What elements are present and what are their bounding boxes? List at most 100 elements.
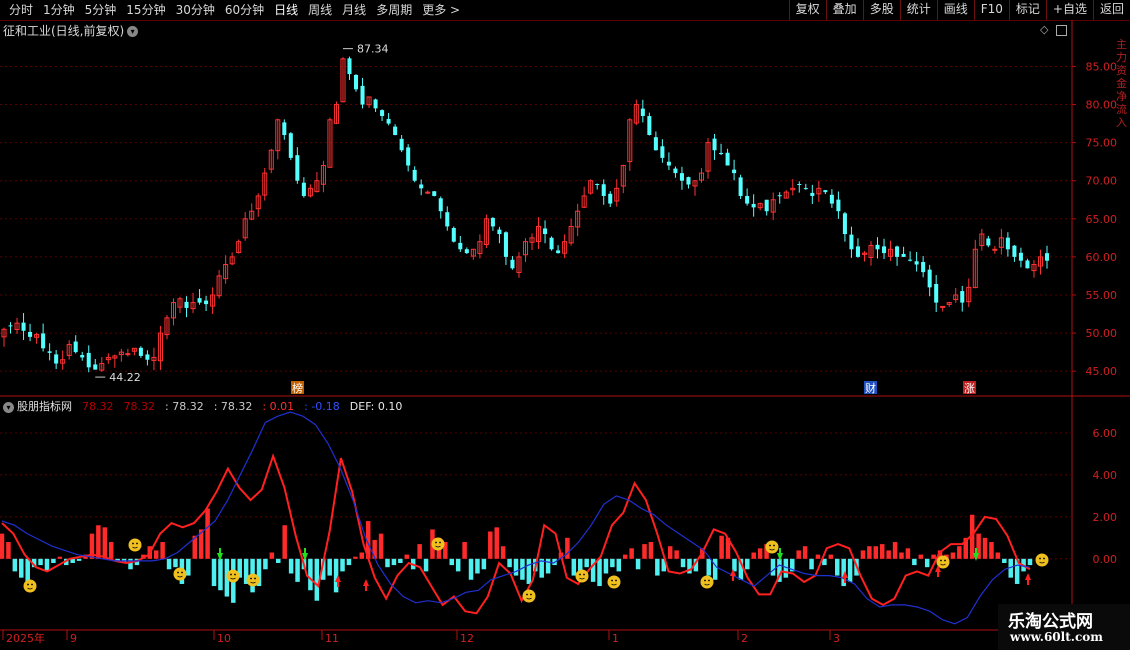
candle-body <box>627 119 633 163</box>
period-tab-1[interactable]: 1分钟 <box>38 2 80 18</box>
action-button-3[interactable]: 统计 <box>899 0 937 20</box>
histogram-bar <box>134 558 140 566</box>
x-label-0: 2025年 <box>6 631 45 645</box>
histogram-bar <box>879 544 885 559</box>
indicator-name[interactable]: 股朋指标网 <box>17 400 72 413</box>
candle-body <box>660 146 665 158</box>
smiley-eye <box>132 542 134 545</box>
candle-body <box>177 298 183 308</box>
smiley-icon <box>1035 553 1049 567</box>
period-tab-5[interactable]: 60分钟 <box>220 2 269 18</box>
badge-bg <box>291 381 304 394</box>
smiley-eye <box>181 571 183 574</box>
histogram-bar <box>578 558 583 572</box>
box-icon[interactable] <box>1056 24 1067 36</box>
histogram-bar <box>539 558 544 578</box>
candle-body <box>608 193 613 204</box>
candle-body <box>836 199 841 212</box>
action-button-8[interactable]: 返回 <box>1092 0 1130 20</box>
chevron-down-icon[interactable]: ▾ <box>3 401 14 413</box>
histogram-bar <box>301 558 307 570</box>
chevron-down-icon[interactable]: ▾ <box>127 26 139 37</box>
period-tab-2[interactable]: 5分钟 <box>80 2 122 18</box>
histogram-bar <box>231 558 236 603</box>
candle-body <box>99 363 105 371</box>
candle-body <box>842 213 847 235</box>
candle-body <box>419 184 424 189</box>
histogram-bar <box>263 558 268 570</box>
candle-body <box>190 302 196 310</box>
side-char-0: 主 <box>1116 38 1127 51</box>
indicator-value-2: : 78.32 <box>165 400 204 413</box>
candle-body <box>197 298 202 303</box>
candle-body <box>797 184 802 186</box>
smiley-mouth <box>526 597 532 600</box>
ind-tick-1: 4.00 <box>1093 469 1118 482</box>
action-button-6[interactable]: 标记 <box>1008 0 1046 20</box>
histogram-bar <box>597 558 602 587</box>
histogram-bar <box>918 554 924 559</box>
high-label: 87.34 <box>357 43 389 56</box>
main-chart-title: 征和工业(日线,前复权) ▾ <box>3 22 139 39</box>
period-tab-4[interactable]: 30分钟 <box>171 2 220 18</box>
series-line-red <box>1 452 1031 615</box>
histogram-bar <box>603 558 609 574</box>
action-button-1[interactable]: 叠加 <box>825 0 863 20</box>
histogram-bar <box>38 558 43 566</box>
candle-body <box>549 237 554 250</box>
histogram-bar <box>1008 558 1013 578</box>
action-button-7[interactable]: +自选 <box>1045 0 1093 20</box>
period-tab-6[interactable]: 日线 <box>269 2 303 18</box>
candle-body <box>914 261 919 265</box>
candle-body <box>732 169 737 174</box>
candle-body <box>522 241 529 256</box>
candle-body <box>223 264 229 280</box>
candle-body <box>503 232 508 257</box>
candle-body <box>1037 256 1044 267</box>
watermark: 乐淘公式网 www.60lt.com <box>998 604 1130 650</box>
stock-chart[interactable]: 85.00 80.00 75.00 70.00 65.00 60.00 55.00 50.00… <box>0 0 1130 650</box>
x-label-7: 3 <box>833 632 840 645</box>
histogram-bar <box>976 533 981 559</box>
period-tab-9[interactable]: 多周期 <box>371 2 417 18</box>
histogram-bar <box>353 556 358 559</box>
period-tab-10[interactable]: 更多 > <box>417 2 465 18</box>
action-button-5[interactable]: F10 <box>973 0 1009 20</box>
candle-body <box>647 116 652 136</box>
candle-body <box>255 195 261 210</box>
price-tick-0: 85.00 <box>1086 60 1118 73</box>
smiley-icon <box>700 575 714 589</box>
action-button-2[interactable]: 多股 <box>862 0 900 20</box>
smiley-icon <box>23 579 37 593</box>
period-tab-8[interactable]: 月线 <box>337 2 371 18</box>
candle-body <box>131 347 137 352</box>
candle-body <box>282 122 287 136</box>
histogram-bar <box>147 546 153 559</box>
histogram-bar <box>359 552 365 559</box>
histogram-bar <box>64 558 69 566</box>
histogram-bar <box>83 554 88 559</box>
histogram-bar <box>198 529 204 559</box>
badge-1: 财 <box>865 381 876 395</box>
indicator-value-6: DEF: 0.10 <box>349 400 403 413</box>
period-tab-3[interactable]: 15分钟 <box>121 2 170 18</box>
smiley-eye <box>250 577 252 580</box>
histogram-bar <box>552 558 557 566</box>
candle-body <box>823 190 828 193</box>
arrow-down-icon <box>973 548 979 561</box>
smiley-icon <box>128 538 142 552</box>
candle-body <box>320 164 326 185</box>
diamond-icon[interactable]: ◇ <box>1040 23 1048 36</box>
period-tab-0[interactable]: 分时 <box>4 2 38 18</box>
smiley-eye <box>940 559 942 562</box>
action-button-0[interactable]: 复权 <box>788 0 826 20</box>
candle-body <box>640 108 645 116</box>
smiley-eye <box>1039 557 1041 560</box>
period-tab-7[interactable]: 周线 <box>303 2 337 18</box>
candle-body <box>21 322 26 331</box>
histogram-bar <box>186 558 191 576</box>
candle-body <box>347 58 352 75</box>
smiley-icon <box>936 555 950 569</box>
candle-body <box>451 227 456 242</box>
action-button-4[interactable]: 画线 <box>936 0 974 20</box>
